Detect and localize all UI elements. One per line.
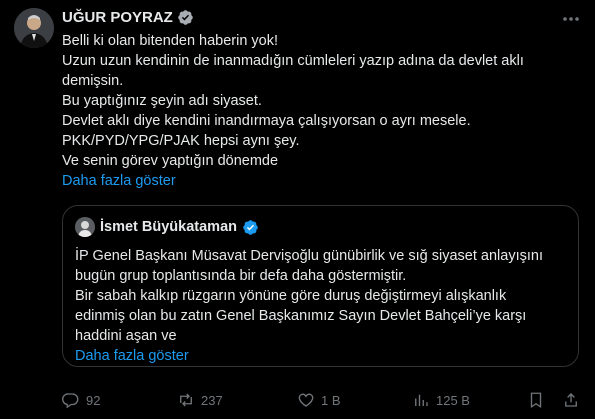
quoted-text-line: edinmiş olan bu zatın Genel Başkanımız S… [75,308,527,324]
show-more-link[interactable]: Daha fazla göster [62,171,542,191]
more-dots-icon [563,17,579,21]
author-avatar[interactable] [14,8,54,48]
tweet-text-line: Devlet aklı diye kendini inandırmaya çal… [62,113,471,129]
quoted-text-line: İP Genel Başkanı Müsavat Dervişoğlu günü… [75,248,543,264]
quoted-text-line: bugün grup toplantısında bir defa daha g… [75,268,407,284]
like-button[interactable]: 1 B [297,391,341,409]
heart-icon [298,393,314,407]
bookmark-button[interactable] [527,391,545,409]
reply-count: 92 [86,392,101,408]
author-name[interactable]: UĞUR POYRAZ [62,9,173,26]
repost-button[interactable]: 237 [177,391,223,409]
more-options-button[interactable] [559,10,583,28]
tweet-text-line: PKK/PYD/YPG/PJAK hepsi aynı şey. [62,133,300,149]
action-bar: 92 237 1 B 125 B [62,390,582,410]
quoted-tweet-text: İP Genel Başkanı Müsavat Dervişoğlu günü… [75,246,570,366]
quoted-text-line: haddini aşan ve [75,328,177,344]
tweet-text-line: Belli ki olan bitenden haberin yok! [62,33,279,49]
share-button[interactable] [562,391,580,409]
reply-button[interactable]: 92 [62,391,100,409]
like-count: 1 B [321,392,341,408]
share-icon [565,393,577,407]
verified-badge-icon [242,219,259,236]
quoted-tweet-header: İsmet Büyükataman [75,217,259,237]
tweet-text-line: Uzun uzun kendinin de inanmadığın cümlel… [62,53,524,69]
quoted-text-line: Bir sabah kalkıp rüzgarın yönüne göre du… [75,288,507,304]
tweet-text-line: demişsin. [62,73,124,89]
reply-icon [62,393,79,409]
views-button[interactable]: 125 B [412,391,470,409]
quoted-author-name[interactable]: İsmet Büyükataman [100,219,237,235]
repost-icon [180,393,192,407]
quoted-tweet[interactable]: İsmet Büyükataman İP Genel Başkanı Müsav… [62,205,579,367]
views-count: 125 B [436,392,470,408]
tweet-text-line: Ve senin görev yaptığın dönemde [62,153,279,169]
repost-count: 237 [201,392,223,408]
views-chart-icon [415,394,428,406]
quoted-show-more-link[interactable]: Daha fazla göster [75,346,570,366]
tweet-header: UĞUR POYRAZ [62,9,194,26]
verified-badge-icon [177,9,194,26]
bookmark-icon [530,392,542,409]
tweet: UĞUR POYRAZ Belli ki olan bitenden haber… [0,0,595,419]
tweet-text: Belli ki olan bitenden haberin yok! Uzun… [62,31,542,191]
tweet-text-line: Bu yaptığınız şeyin adı siyaset. [62,93,262,109]
quoted-author-avatar[interactable] [75,217,95,237]
